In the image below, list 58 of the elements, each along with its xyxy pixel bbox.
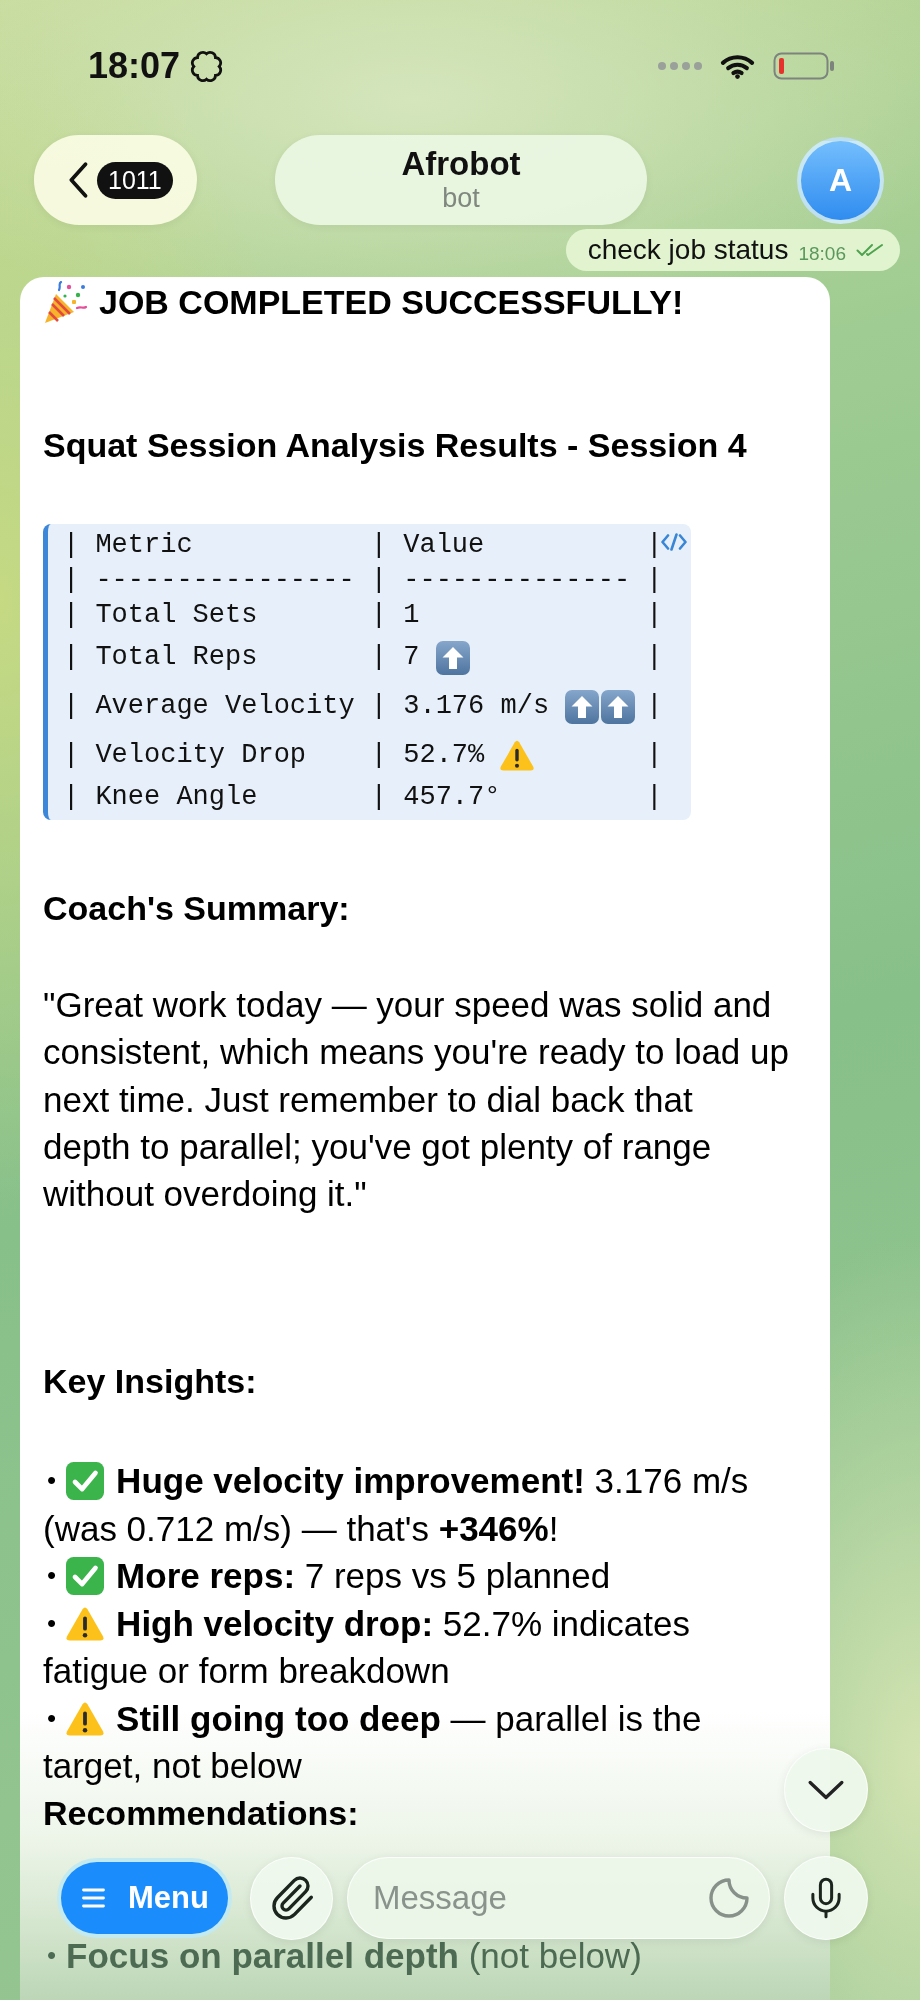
- bullet: •: [47, 1702, 57, 1735]
- arrow-up-icon: [565, 689, 600, 724]
- insight-text: Still going too deep — parallel is the: [116, 1698, 702, 1740]
- battery-icon: [773, 52, 835, 80]
- code-line: | ---------------- | -------------- |: [63, 564, 663, 597]
- summary-text: "Great work today — your speed was solid and consistent, which means you're ready to load up next time. Just remember to dial back that depth to parallel; you've got plenty of range without overdoing it.": [43, 984, 789, 1216]
- sticker-icon[interactable]: [709, 1878, 749, 1918]
- flower-icon: [190, 49, 224, 83]
- section-heading: Recommendations:: [43, 1793, 359, 1834]
- insight-text: fatigue or form breakdown: [43, 1650, 450, 1693]
- status-time: 18:07: [88, 46, 181, 86]
- insight-text: High velocity drop: 52.7% indicates: [116, 1603, 690, 1645]
- party-popper-icon: [43, 280, 87, 325]
- message-time: 18:06: [798, 243, 846, 265]
- code-line: | Average Velocity | 3.176 m/s: [63, 690, 550, 723]
- chat-title: Afrobot: [401, 146, 521, 182]
- message-field[interactable]: Message: [347, 1857, 770, 1939]
- wifi-icon: [720, 53, 755, 79]
- signal-icon: [658, 62, 702, 70]
- section-heading: Key Insights:: [43, 1361, 257, 1403]
- insight-text: target, not below: [43, 1745, 302, 1788]
- unread-count-badge: 1011: [97, 161, 173, 199]
- paperclip-icon: [269, 1876, 314, 1920]
- code-line: | Velocity Drop | 52.7%: [63, 739, 485, 772]
- message-input[interactable]: Message: [373, 1876, 699, 1920]
- check-mark-icon: [66, 1557, 105, 1596]
- bullet: •: [47, 1559, 57, 1593]
- message-text: check job status: [587, 233, 789, 267]
- bullet: •: [47, 1464, 57, 1498]
- arrow-up-icon: [601, 689, 636, 724]
- code-pipe: |: [646, 739, 663, 772]
- warning-icon: [66, 1701, 105, 1736]
- insight-text: More reps: 7 reps vs 5 planned: [116, 1555, 611, 1598]
- chat-title-pill[interactable]: Afrobot bot: [275, 135, 647, 225]
- code-pipe: |: [646, 690, 663, 723]
- code-icon[interactable]: [661, 533, 687, 551]
- insight-text: Huge velocity improvement! 3.176 m/s: [116, 1460, 749, 1503]
- code-line: | Metric | Value |: [63, 529, 663, 562]
- section-heading: Coach's Summary:: [43, 888, 350, 929]
- chevron-down-icon: [807, 1780, 845, 1800]
- code-line: | Total Sets | 1 |: [63, 599, 663, 632]
- menu-icon: [82, 1888, 105, 1908]
- code-line: | Knee Angle | 457.7° |: [63, 781, 663, 814]
- warning-icon: [500, 740, 535, 771]
- insight-text: (was 0.712 m/s) — that's +346%!: [43, 1508, 559, 1550]
- chevron-left-icon: [68, 161, 88, 199]
- bullet: •: [47, 1939, 57, 1972]
- code-line: | Total Reps | 7: [63, 641, 420, 674]
- section-heading: Squat Session Analysis Results - Session 4: [43, 425, 747, 466]
- mic-icon: [811, 1877, 841, 1919]
- check-mark-icon: [66, 1462, 105, 1501]
- bullet: •: [47, 1607, 57, 1640]
- message-title: JOB COMPLETED SUCCESSFULLY!: [99, 282, 684, 323]
- back-button[interactable]: 1011: [34, 135, 197, 225]
- code-pipe: |: [646, 641, 663, 674]
- chat-subtitle: bot: [442, 182, 480, 214]
- arrow-up-icon: [435, 640, 470, 675]
- warning-icon: [66, 1606, 105, 1641]
